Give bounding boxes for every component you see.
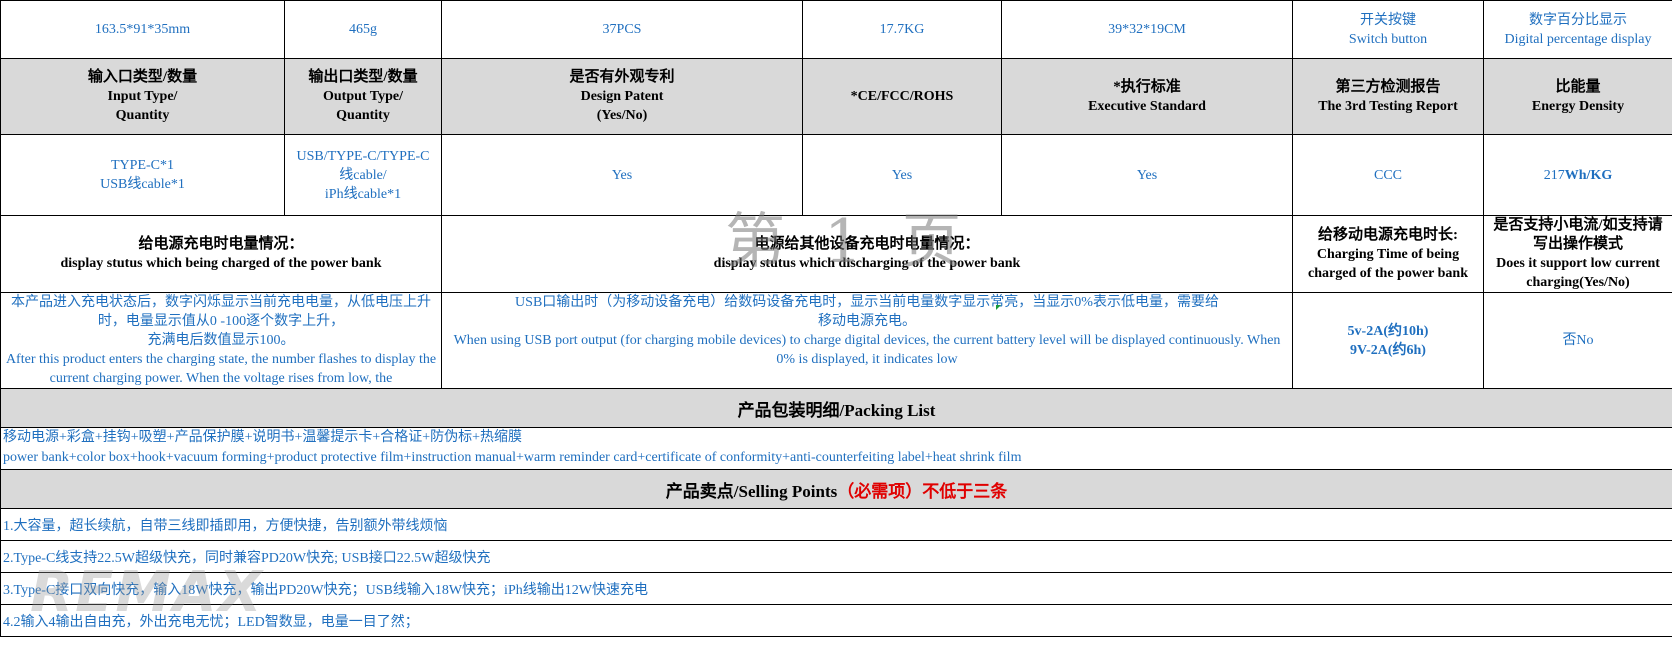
selling-title-row: 产品卖点/Selling Points（必需项）不低于三条 xyxy=(0,469,1672,509)
design-patent-header[interactable]: 是否有外观专利 Design Patent (Yes/No) xyxy=(441,58,803,135)
input-type-en1: Input Type/ xyxy=(107,89,178,104)
charging-header-row: 给电源充电时电量情况： display stutus which being ch… xyxy=(0,215,1672,293)
charging-time-header[interactable]: 给移动电源充电时长: Charging Time of being charged… xyxy=(1292,215,1484,293)
switch-cell[interactable]: 开关按键 Switch button xyxy=(1292,0,1484,59)
spec-values-row: 163.5*91*35mm 465g 37PCS 17.7KG 39*32*19… xyxy=(0,0,1672,59)
output-type-en2: Quantity xyxy=(336,108,390,123)
certification-header[interactable]: *CE/FCC/ROHS xyxy=(802,58,1002,135)
selling-point-row: 2.Type-C线支持22.5W超级快充，同时兼容PD20W快充; USB接口2… xyxy=(0,540,1672,573)
output-type-cn: 输出口类型/数量 xyxy=(308,69,418,85)
output-type-header[interactable]: 输出口类型/数量 Output Type/Quantity xyxy=(284,58,442,135)
switch-cn: 开关按键 xyxy=(1360,12,1416,28)
charging-time-value-1: 5v-2A(约10h) xyxy=(1347,323,1429,339)
product-spec-sheet: 163.5*91*35mm 465g 37PCS 17.7KG 39*32*19… xyxy=(0,0,1672,637)
carton-quantity-cell[interactable]: 37PCS xyxy=(441,0,803,59)
selling-points-title-text: 产品卖点/Selling Points xyxy=(665,481,838,501)
executive-standard-en: Executive Standard xyxy=(1088,98,1206,114)
charging-time-cn: 给移动电源充电时长: xyxy=(1318,226,1458,243)
certification-value[interactable]: Yes xyxy=(802,134,1002,216)
selling-points-title[interactable]: 产品卖点/Selling Points（必需项）不低于三条 xyxy=(0,469,1672,509)
energy-density-value[interactable]: 217Wh/KG xyxy=(1483,134,1672,216)
charged-status-desc-en: After this product enters the charging s… xyxy=(5,352,437,386)
charging-detail-row: 本产品进入充电状态后，数字闪烁显示当前充电电量，从低电压上升时，电量显示值从0 … xyxy=(0,292,1672,389)
energy-density-cn: 比能量 xyxy=(1555,78,1601,95)
charged-status-header[interactable]: 给电源充电时电量情况： display stutus which being ch… xyxy=(0,215,442,293)
charged-status-description[interactable]: 本产品进入充电状态后，数字闪烁显示当前充电电量，从低电压上升时，电量显示值从0 … xyxy=(0,292,442,389)
energy-density-number: 217 xyxy=(1543,167,1565,183)
discharging-status-en: display stutus which discharging of the … xyxy=(713,256,1021,271)
carton-weight-cell[interactable]: 17.7KG xyxy=(802,0,1002,59)
testing-report-value[interactable]: CCC xyxy=(1292,134,1484,216)
selling-point-row: 1.大容量，超长续航，自带三线即插即用，方便快捷，告别额外带线烦恼 xyxy=(0,508,1672,541)
input-type-value-2: USB线cable*1 xyxy=(100,177,185,192)
design-patent-en1: Design Patent xyxy=(580,89,664,104)
energy-density-header[interactable]: 比能量 Energy Density xyxy=(1483,58,1672,135)
energy-density-unit: Wh/KG xyxy=(1564,167,1613,183)
executive-standard-header[interactable]: *执行标准 Executive Standard xyxy=(1001,58,1293,135)
low-current-cn: 是否支持小电流/如支持请写出操作模式 xyxy=(1493,217,1663,252)
low-current-en: Does it support low current charging(Yes… xyxy=(1496,256,1660,290)
input-type-en2: Quantity xyxy=(115,108,170,123)
low-current-header[interactable]: 是否支持小电流/如支持请写出操作模式 Does it support low cu… xyxy=(1483,215,1672,293)
product-size-cell[interactable]: 163.5*91*35mm xyxy=(0,0,285,59)
packing-list-content[interactable]: 移动电源+彩盒+挂钩+吸塑+产品保护膜+说明书+温馨提示卡+合格证+防伪标+热缩… xyxy=(0,427,1672,470)
packing-list-cn: 移动电源+彩盒+挂钩+吸塑+产品保护膜+说明书+温馨提示卡+合格证+防伪标+热缩… xyxy=(3,430,523,445)
charged-status-desc-cn1: 本产品进入充电状态后，数字闪烁显示当前充电电量，从低电压上升时，电量显示值从0 … xyxy=(11,295,431,329)
selling-point-4[interactable]: 4.2输入4输出自由充，外出充电无忧；LED智数显，电量一目了然； xyxy=(0,604,1672,637)
selling-point-3[interactable]: 3.Type-C接口双向快充，输入18W快充，输出PD20W快充；USB线输入1… xyxy=(0,572,1672,605)
input-type-header[interactable]: 输入口类型/数量 Input Type/Quantity xyxy=(0,58,285,135)
discharging-status-desc-cn1: USB口输出时（为移动设备充电）给数码设备充电时，显示当前电量数字显示常亮，当显… xyxy=(515,295,1219,310)
output-type-value-2: 线cable/ xyxy=(339,167,387,183)
selling-point-2[interactable]: 2.Type-C线支持22.5W超级快充，同时兼容PD20W快充; USB接口2… xyxy=(0,540,1672,573)
testing-report-en: The 3rd Testing Report xyxy=(1318,98,1458,114)
discharging-status-cn: 电源给其他设备充电时电量情况： xyxy=(754,236,980,252)
output-type-value-1: USB/TYPE-C/TYPE-C xyxy=(296,148,430,164)
discharging-status-desc-cn2: 移动电源充电。 xyxy=(818,314,916,329)
design-patent-cn: 是否有外观专利 xyxy=(569,69,675,85)
input-type-value-1: TYPE-C*1 xyxy=(111,158,174,173)
energy-density-en: Energy Density xyxy=(1531,98,1625,114)
input-type-value[interactable]: TYPE-C*1 USB线cable*1 xyxy=(0,134,285,216)
design-patent-en2: (Yes/No) xyxy=(596,108,648,123)
charging-time-value[interactable]: 5v-2A(约10h) 9V-2A(约6h) xyxy=(1292,292,1484,389)
display-cn: 数字百分比显示 xyxy=(1529,12,1627,28)
discharging-status-header[interactable]: 电源给其他设备充电时电量情况： display stutus which disc… xyxy=(441,215,1293,293)
display-en: Digital percentage display xyxy=(1504,31,1652,47)
testing-report-cn: 第三方检测报告 xyxy=(1335,78,1441,95)
cell-comment-indicator xyxy=(996,305,1001,310)
spec-detail-row: TYPE-C*1 USB线cable*1 USB/TYPE-C/TYPE-C 线ca… xyxy=(0,134,1672,216)
selling-point-row: 3.Type-C接口双向快充，输入18W快充，输出PD20W快充；USB线输入1… xyxy=(0,572,1672,605)
packing-content-row: 移动电源+彩盒+挂钩+吸塑+产品保护膜+说明书+温馨提示卡+合格证+防伪标+热缩… xyxy=(0,427,1672,470)
selling-points-required-note: （必需项）不低于三条 xyxy=(837,481,1008,501)
executive-standard-cn: *执行标准 xyxy=(1113,78,1181,95)
packing-list-title[interactable]: 产品包装明细/Packing List xyxy=(0,388,1672,428)
packing-title-row: 产品包装明细/Packing List xyxy=(0,388,1672,428)
input-type-cn: 输入口类型/数量 xyxy=(87,69,198,85)
low-current-value[interactable]: 否No xyxy=(1483,292,1672,389)
testing-report-header[interactable]: 第三方检测报告 The 3rd Testing Report xyxy=(1292,58,1484,135)
discharging-status-description[interactable]: USB口输出时（为移动设备充电）给数码设备充电时，显示当前电量数字显示常亮，当显… xyxy=(441,292,1293,389)
output-type-en1: Output Type/ xyxy=(322,89,403,104)
selling-point-1[interactable]: 1.大容量，超长续航，自带三线即插即用，方便快捷，告别额外带线烦恼 xyxy=(0,508,1672,541)
spec-header-row: 输入口类型/数量 Input Type/Quantity 输出口类型/数量 Outp… xyxy=(0,58,1672,135)
charged-status-cn: 给电源充电时电量情况： xyxy=(138,236,304,252)
packing-list-en: power bank+color box+hook+vacuum forming… xyxy=(3,450,1022,465)
product-weight-cell[interactable]: 465g xyxy=(284,0,442,59)
output-type-value[interactable]: USB/TYPE-C/TYPE-C 线cable/iPh线cable*1 xyxy=(284,134,442,216)
executive-standard-value[interactable]: Yes xyxy=(1001,134,1293,216)
charging-time-value-2: 9V-2A(约6h) xyxy=(1350,342,1426,358)
carton-size-cell[interactable]: 39*32*19CM xyxy=(1001,0,1293,59)
charged-status-en: display stutus which being charged of th… xyxy=(60,256,382,271)
selling-point-row: 4.2输入4输出自由充，外出充电无忧；LED智数显，电量一目了然； xyxy=(0,604,1672,637)
switch-en: Switch button xyxy=(1348,31,1428,47)
display-cell[interactable]: 数字百分比显示 Digital percentage display xyxy=(1483,0,1672,59)
design-patent-value[interactable]: Yes xyxy=(441,134,803,216)
output-type-value-3: iPh线cable*1 xyxy=(324,186,402,202)
charged-status-desc-cn2: 充满电后数值显示100。 xyxy=(147,333,295,348)
discharging-status-desc-en: When using USB port output (for charging… xyxy=(453,333,1281,367)
charging-time-en: Charging Time of being charged of the po… xyxy=(1308,246,1468,281)
